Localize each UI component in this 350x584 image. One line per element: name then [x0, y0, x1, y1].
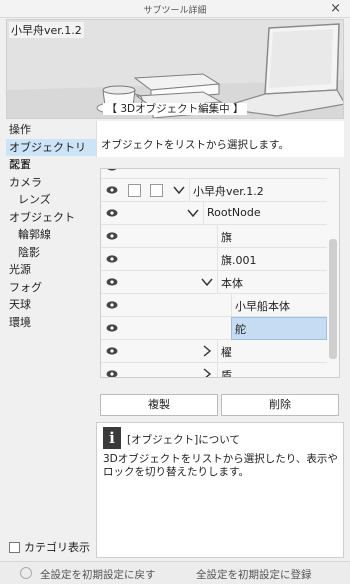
eye-icon[interactable] [106, 369, 118, 378]
eye-icon[interactable] [106, 185, 118, 195]
category-list: 操作 オブジェクトリスト 配置 カメラ レンズ オブジェクト 輪郭線 陰影 光源… [6, 121, 96, 561]
tree-item-label: 櫂 [221, 346, 232, 359]
category-item[interactable]: カメラ [6, 174, 96, 192]
category-item[interactable]: レンズ [6, 191, 96, 209]
tree-item-label: 小早船本体 [235, 300, 290, 313]
tree-row[interactable]: 旗 [101, 225, 329, 248]
title-bar: サブツール詳細 × [0, 0, 350, 18]
eye-icon[interactable] [106, 323, 118, 333]
chevron-down-icon[interactable] [201, 276, 213, 288]
category-item[interactable]: 天球 [6, 296, 96, 314]
tree-item-label: 小早舟ver.1.2 [193, 185, 264, 198]
description-text: オブジェクトをリストから選択します。 [101, 139, 289, 151]
tool-preview: 小早舟ver.1.2 【 3Dオブジェクト編集中 】 [6, 19, 344, 119]
category-item[interactable]: 環境 [6, 314, 96, 332]
duplicate-button[interactable]: 複製 [100, 394, 218, 416]
tree-row[interactable]: RootNode [101, 202, 329, 225]
info-title: [オブジェクト]について [127, 434, 240, 446]
footer-bar: 全設定を初期設定に戻す 全設定を初期設定に登録 [0, 561, 350, 584]
tree-item-label: 盾 [221, 369, 232, 378]
description-bar: オブジェクトをリストから選択します。 [96, 121, 344, 157]
tree-row-partial [101, 169, 329, 179]
category-item[interactable]: オブジェクト [6, 209, 96, 227]
category-item[interactable]: 陰影 [6, 244, 96, 262]
reset-icon [20, 567, 32, 579]
eye-icon[interactable] [106, 277, 118, 287]
tree-item-cell[interactable] [217, 340, 327, 363]
tree-item-cell[interactable] [217, 363, 327, 377]
tree-row[interactable]: 小早舟ver.1.2 [101, 179, 329, 202]
category-display-toggle[interactable]: カテゴリ表示 [9, 539, 90, 555]
tool-name-label: 小早舟ver.1.2 [9, 22, 84, 38]
tree-row[interactable]: 旗.001 [101, 248, 329, 271]
chevron-down-icon[interactable] [187, 207, 199, 219]
eye-icon[interactable] [106, 254, 118, 264]
category-display-checkbox[interactable] [9, 541, 20, 553]
info-icon: i [103, 427, 121, 449]
preview-caption-text: 【 3Dオブジェクト編集中 】 [102, 103, 248, 115]
object-tree[interactable]: 小早舟ver.1.2 RootNode 旗旗.001 本体小早船本体舵櫂盾 [100, 168, 340, 378]
chevron-down-icon[interactable] [173, 184, 185, 196]
tree-row[interactable]: 本体 [101, 271, 329, 294]
info-body: 3Dオブジェクトをリストから選択したり、表示やロックを切り替えたりします。 [103, 453, 338, 478]
tree-item-label: 旗.001 [221, 254, 257, 267]
tree-row[interactable]: 櫂 [101, 340, 329, 363]
delete-button[interactable]: 削除 [221, 394, 339, 416]
lock-checkbox[interactable] [128, 184, 141, 197]
eye-icon[interactable] [106, 346, 118, 356]
eye-icon[interactable] [106, 208, 118, 218]
chevron-right-icon[interactable] [201, 368, 213, 378]
tree-item-label: 本体 [221, 277, 243, 290]
eye-icon [107, 169, 117, 171]
category-item[interactable]: 光源 [6, 261, 96, 279]
info-panel: i [オブジェクト]について 3Dオブジェクトをリストから選択したり、表示やロッ… [96, 422, 344, 558]
category-item[interactable]: フォグ [6, 279, 96, 297]
close-button[interactable]: × [330, 1, 341, 16]
reset-all-button[interactable]: 全設定を初期設定に戻す [40, 567, 156, 582]
category-item[interactable]: 輪郭線 [6, 226, 96, 244]
category-display-label: カテゴリ表示 [24, 541, 90, 554]
tree-row[interactable]: 小早船本体 [101, 294, 329, 317]
tree-scrollbar[interactable] [327, 169, 339, 377]
register-all-button[interactable]: 全設定を初期設定に登録 [196, 567, 312, 582]
eye-icon[interactable] [106, 300, 118, 310]
tree-item-cell[interactable] [217, 225, 327, 248]
tree-row[interactable]: 舵 [101, 317, 329, 340]
category-item[interactable]: 配置 [6, 156, 96, 174]
visibility-checkbox[interactable] [150, 184, 163, 197]
eye-icon[interactable] [106, 231, 118, 241]
tree-row[interactable]: 盾 [101, 363, 329, 378]
tree-item-label: 旗 [221, 231, 232, 244]
category-item[interactable]: 操作 [6, 121, 96, 139]
chevron-right-icon[interactable] [201, 345, 213, 357]
tree-item-label: RootNode [207, 206, 261, 219]
category-item-selected[interactable]: オブジェクトリスト [6, 138, 96, 171]
preview-caption: 【 3Dオブジェクト編集中 】 [7, 101, 343, 116]
tree-scrollbar-thumb[interactable] [329, 239, 337, 359]
window-title: サブツール詳細 [143, 6, 207, 16]
tree-item-label: 舵 [235, 323, 246, 336]
